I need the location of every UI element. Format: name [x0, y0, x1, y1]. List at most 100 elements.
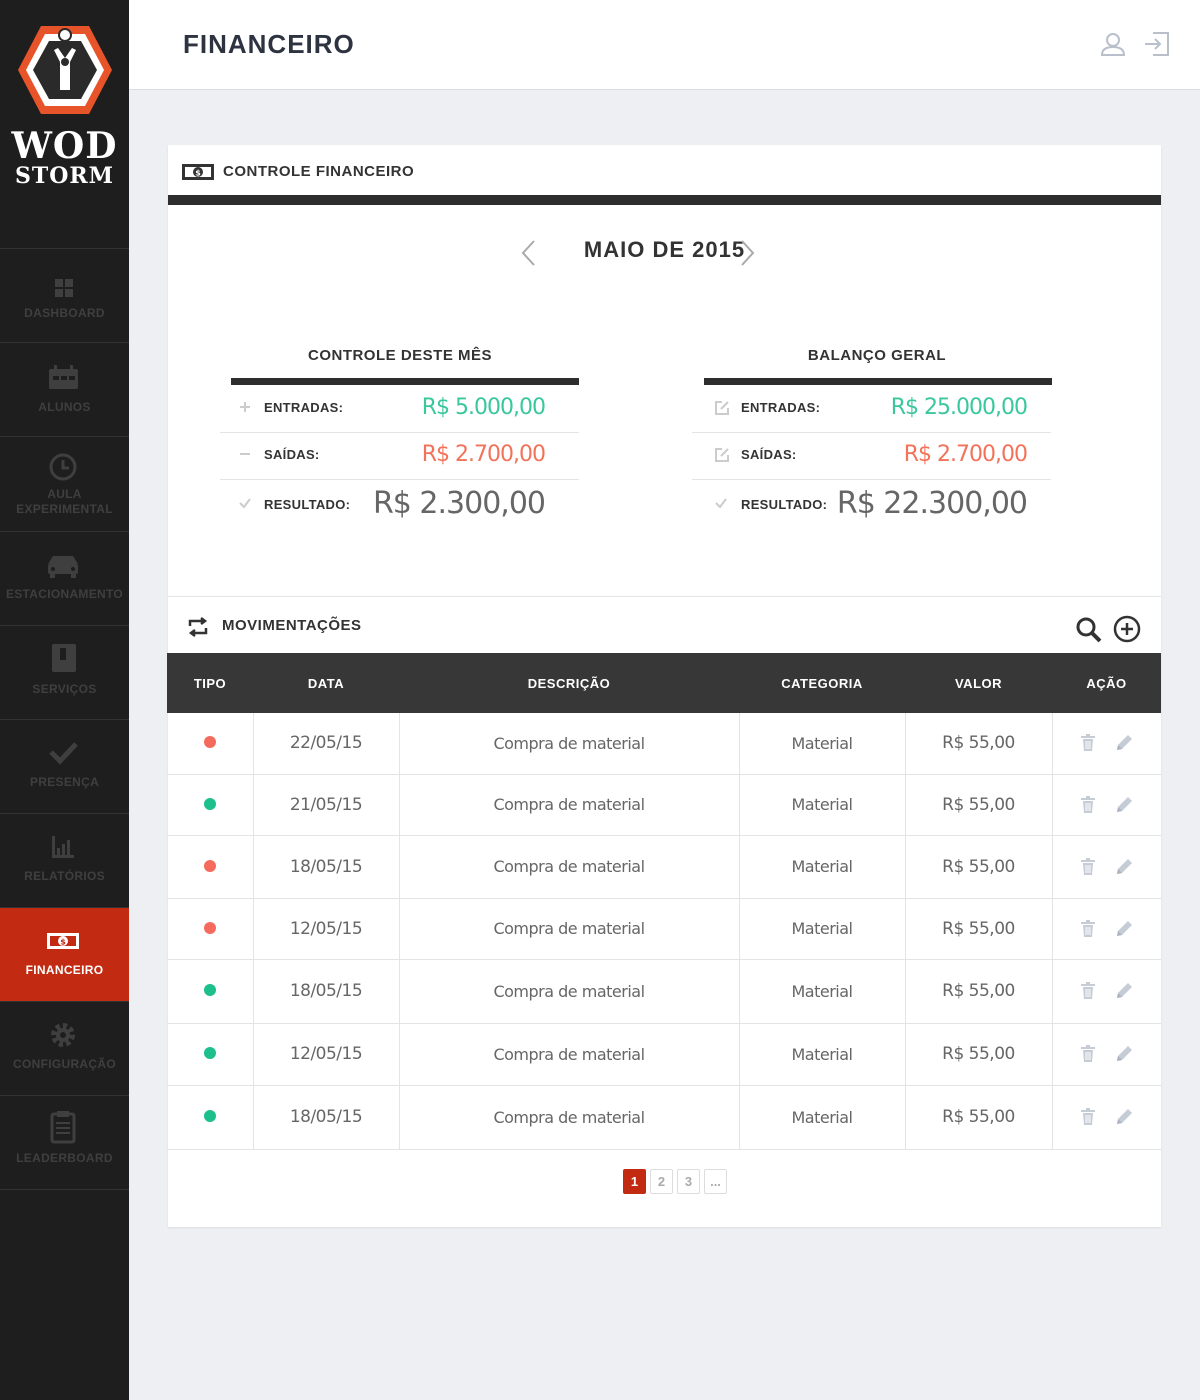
- column-header-categoria[interactable]: CATEGORIA: [739, 653, 905, 713]
- type-cell: [167, 1023, 254, 1086]
- date-cell: 18/05/15: [253, 835, 400, 899]
- value-cell: R$ 55,00: [905, 713, 1053, 775]
- category-cell: Material: [739, 1023, 906, 1086]
- edit-pencil-icon[interactable]: [1114, 857, 1134, 877]
- type-cell: [167, 898, 254, 960]
- category-cell: Material: [739, 774, 906, 836]
- type-cell: [167, 1085, 254, 1150]
- sidebar-item-estacionamento[interactable]: ESTACIONAMENTO: [0, 532, 129, 626]
- value-cell: R$ 55,00: [905, 1085, 1053, 1150]
- month-entradas-row: ENTRADAS: R$ 5.000,00: [220, 386, 579, 433]
- logout-icon[interactable]: [1143, 30, 1171, 58]
- value-cell: R$ 55,00: [905, 898, 1053, 960]
- sidebar-item-label: LEADERBOARD: [16, 1151, 113, 1165]
- trash-icon[interactable]: [1080, 857, 1096, 876]
- general-summary-bar: [704, 378, 1052, 385]
- plus-icon: [240, 402, 250, 412]
- repeat-icon: [188, 617, 208, 637]
- date-cell: 22/05/15: [253, 713, 400, 775]
- calendar-icon: [49, 365, 78, 389]
- financial-panel: $ CONTROLE FINANCEIRO MAIO DE 2015 CONTR…: [167, 145, 1161, 1227]
- column-header-acao: AÇÃO: [1052, 653, 1161, 713]
- svg-text:$: $: [60, 938, 66, 947]
- page-button[interactable]: 1: [623, 1169, 646, 1194]
- page-button[interactable]: 3: [677, 1169, 700, 1194]
- edit-pencil-icon[interactable]: [1114, 733, 1134, 753]
- action-cell: [1052, 835, 1161, 899]
- search-icon[interactable]: [1075, 616, 1103, 644]
- column-header-valor[interactable]: VALOR: [905, 653, 1052, 713]
- action-cell: [1052, 774, 1161, 836]
- edit-pencil-icon[interactable]: [1114, 1044, 1134, 1064]
- description-cell: Compra de material: [399, 1023, 740, 1086]
- sidebar-item-leaderboard[interactable]: LEADERBOARD: [0, 1096, 129, 1190]
- sidebar-item-label: ESTACIONAMENTO: [5, 587, 124, 601]
- entradas-label: ENTRADAS:: [741, 400, 821, 415]
- car-icon: [48, 556, 78, 578]
- entradas-value: R$ 25.000,00: [890, 395, 1028, 420]
- chevron-right-icon[interactable]: [740, 239, 756, 267]
- svg-text:$: $: [195, 169, 201, 178]
- trash-icon[interactable]: [1080, 919, 1096, 938]
- sidebar-item-financeiro[interactable]: $ FINANCEIRO: [0, 908, 129, 1002]
- sidebar-item-servicos[interactable]: SERVIÇOS: [0, 626, 129, 720]
- edit-pencil-icon[interactable]: [1114, 795, 1134, 815]
- category-cell: Material: [739, 1085, 906, 1150]
- trash-icon[interactable]: [1080, 734, 1096, 752]
- expense-indicator: [203, 736, 216, 749]
- table-row: 18/05/15 Compra de material Material R$ 55,…: [167, 1085, 1161, 1150]
- clipboard-icon: [50, 1111, 76, 1144]
- action-cell: [1052, 959, 1161, 1024]
- add-circle-icon[interactable]: [1113, 615, 1141, 643]
- edit-pencil-icon[interactable]: [1114, 981, 1134, 1001]
- action-cell: [1052, 713, 1161, 775]
- description-cell: Compra de material: [399, 898, 740, 960]
- sidebar-item-configuracao[interactable]: CONFIGURAÇÃO: [0, 1002, 129, 1096]
- brand-line1: WOD: [11, 125, 118, 167]
- sidebar-item-label: PRESENÇA: [29, 775, 100, 789]
- table-row: 18/05/15 Compra de material Material R$ 55,…: [167, 835, 1161, 899]
- money-icon: $: [47, 933, 79, 949]
- table-row: 18/05/15 Compra de material Material R$ 55,…: [167, 959, 1161, 1024]
- description-cell: Compra de material: [399, 1085, 740, 1150]
- sidebar-item-label: AULA EXPERIMENTAL: [16, 487, 113, 516]
- date-cell: 18/05/15: [253, 1085, 400, 1150]
- saidas-label: SAÍDAS:: [264, 447, 320, 462]
- sidebar-item-aula-experimental[interactable]: AULA EXPERIMENTAL: [0, 437, 129, 532]
- page-title: FINANCEIRO: [183, 29, 355, 59]
- description-cell: Compra de material: [399, 774, 740, 836]
- external-icon: [715, 401, 729, 415]
- top-bar: FINANCEIRO: [129, 0, 1200, 90]
- brand-logo[interactable]: WOD STORM: [0, 0, 129, 249]
- edit-pencil-icon[interactable]: [1114, 1107, 1134, 1127]
- trash-icon[interactable]: [1080, 795, 1096, 814]
- sidebar-item-alunos[interactable]: ALUNOS: [0, 343, 129, 437]
- month-resultado-row: RESULTADO: R$ 2.300,00: [220, 480, 579, 527]
- sidebar-item-label: DASHBOARD: [24, 306, 105, 320]
- sidebar-item-presenca[interactable]: PRESENÇA: [0, 720, 129, 814]
- sidebar-item-relatorios[interactable]: RELATÓRIOS: [0, 814, 129, 908]
- column-header-tipo[interactable]: TIPO: [167, 653, 253, 713]
- trash-icon[interactable]: [1080, 1108, 1096, 1126]
- trash-icon[interactable]: [1080, 982, 1096, 1000]
- sidebar-item-dashboard[interactable]: DASHBOARD: [0, 249, 129, 343]
- action-cell: [1052, 1023, 1161, 1086]
- trash-icon[interactable]: [1080, 1045, 1096, 1063]
- month-saidas-row: SAÍDAS: R$ 2.700,00: [220, 433, 579, 480]
- income-indicator: [203, 1110, 216, 1122]
- saidas-label: SAÍDAS:: [741, 447, 797, 462]
- column-header-descricao[interactable]: DESCRIÇÃO: [399, 653, 739, 713]
- page-button[interactable]: 2: [650, 1169, 673, 1194]
- date-cell: 12/05/15: [253, 1023, 400, 1086]
- sidebar-item-label: RELATÓRIOS: [24, 869, 105, 883]
- expense-indicator: [203, 921, 216, 934]
- category-cell: Material: [739, 959, 906, 1024]
- month-summary-title: CONTROLE DESTE MÊS: [307, 347, 492, 364]
- page-more-button[interactable]: ...: [704, 1169, 727, 1194]
- user-icon[interactable]: [1099, 30, 1127, 58]
- edit-pencil-icon[interactable]: [1114, 919, 1134, 939]
- column-header-data[interactable]: DATA: [253, 653, 399, 713]
- action-cell: [1052, 898, 1161, 960]
- panel-title: CONTROLE FINANCEIRO: [223, 163, 415, 180]
- type-cell: [167, 835, 254, 899]
